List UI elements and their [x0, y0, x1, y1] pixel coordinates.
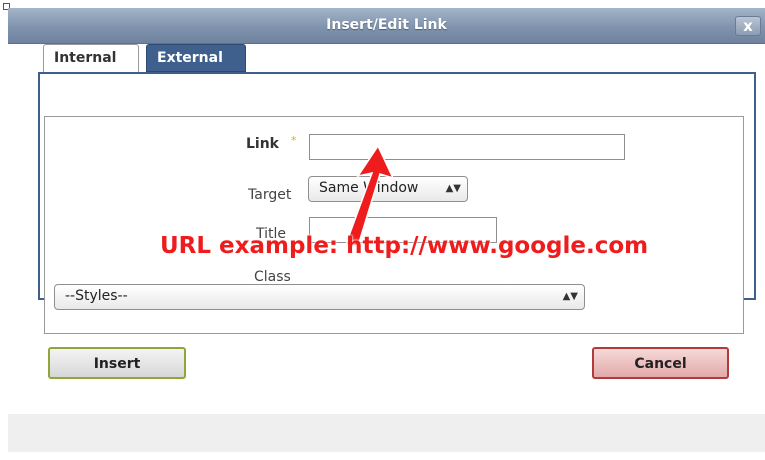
insert-edit-link-dialog: Insert/Edit Link x Internal External Lin…	[8, 8, 765, 452]
url-example-annotation: URL example: http://www.google.com	[160, 233, 649, 259]
close-button[interactable]: x	[735, 16, 761, 36]
target-label: Target	[248, 187, 292, 203]
tab-external[interactable]: External	[146, 44, 246, 72]
link-label: Link	[246, 136, 279, 152]
close-icon: x	[743, 17, 753, 35]
dialog-footer	[8, 414, 765, 452]
dialog-title: Insert/Edit Link	[326, 17, 447, 33]
insert-button[interactable]: Insert	[48, 347, 186, 379]
dialog-titlebar[interactable]: Insert/Edit Link x	[8, 8, 765, 44]
styles-select-value: --Styles--	[65, 288, 128, 304]
class-label: Class	[254, 269, 291, 285]
red-arrow-icon	[344, 146, 395, 246]
cancel-button[interactable]: Cancel	[592, 347, 729, 379]
select-arrows-icon: ▲▼	[562, 291, 578, 302]
required-mark: *	[291, 134, 297, 147]
tab-internal[interactable]: Internal	[43, 44, 139, 72]
class-styles-select[interactable]: --Styles-- ▲▼	[54, 284, 585, 310]
select-arrows-icon: ▲▼	[445, 183, 461, 194]
